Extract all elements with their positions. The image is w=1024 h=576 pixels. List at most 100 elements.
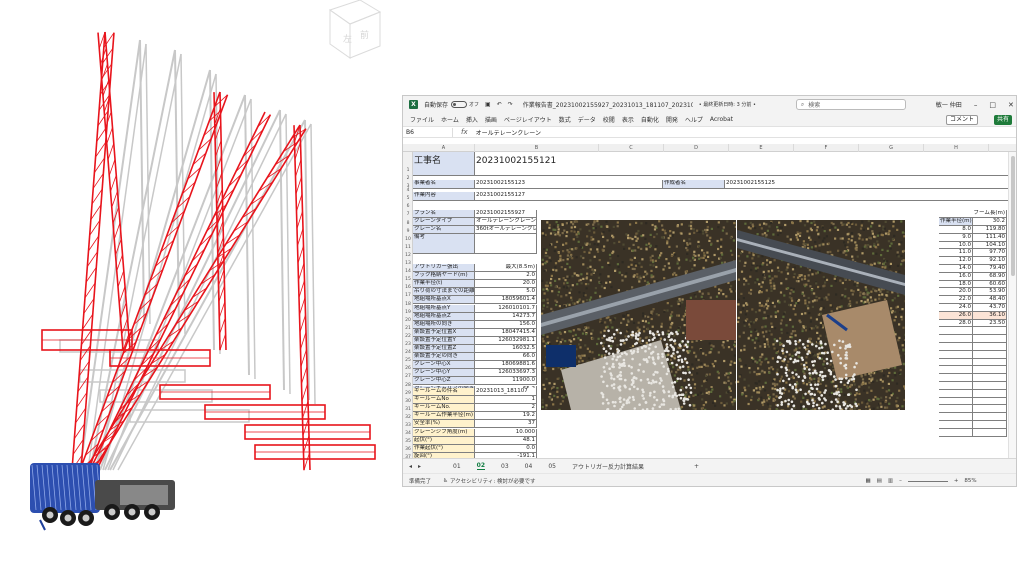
outrigger-value-13[interactable]: 126033697.3 xyxy=(475,369,537,378)
row-header-16[interactable]: 16 xyxy=(403,285,413,291)
outrigger-value-5[interactable]: 126010101.7 xyxy=(475,304,537,313)
outrigger-value-7[interactable]: 156.0 xyxy=(475,320,537,329)
radius-cell-6[interactable]: 16.0 xyxy=(939,272,973,281)
row-header-23[interactable]: 23 xyxy=(403,342,413,348)
sheet-tab-4[interactable]: 05 xyxy=(548,463,556,470)
plan-label-2[interactable]: クレーン名 xyxy=(413,226,475,234)
column-header-F[interactable]: F xyxy=(794,144,859,152)
page-break-icon[interactable]: ▥ xyxy=(888,478,893,484)
empty-left-10[interactable] xyxy=(939,405,973,414)
row-header-32[interactable]: 32 xyxy=(403,415,413,421)
koujimei-label[interactable]: 工事名 xyxy=(413,152,475,176)
hook-label-5[interactable]: クレーンジブ角度(m) xyxy=(413,428,475,437)
column-header-I[interactable]: I xyxy=(989,144,1016,152)
outrigger-value-0[interactable]: 最大(8.5m) xyxy=(475,264,537,273)
row-header-4[interactable]: 4 xyxy=(403,188,413,194)
capacity-cell-2[interactable]: 104.10 xyxy=(973,241,1007,250)
plan-value-1[interactable]: オールテレーンクレーン xyxy=(475,218,537,226)
hook-value-3[interactable]: 19.2 xyxy=(475,412,537,421)
radius-cell-10[interactable]: 24.0 xyxy=(939,304,973,312)
ribbon-tab-12[interactable]: Acrobat xyxy=(710,116,733,123)
empty-left-3[interactable] xyxy=(939,350,973,359)
radius-cell-1[interactable]: 9.0 xyxy=(939,233,973,242)
empty-left-13[interactable] xyxy=(939,428,973,437)
plan-value-3[interactable] xyxy=(475,234,537,254)
ribbon-tab-3[interactable]: 描画 xyxy=(485,115,497,124)
outrigger-value-4[interactable]: 18059601.4 xyxy=(475,296,537,305)
empty-right-11[interactable] xyxy=(973,413,1007,421)
empty-left-7[interactable] xyxy=(939,382,973,390)
formula-value[interactable]: オールテレーンクレーン xyxy=(476,128,541,137)
row-header-36[interactable]: 36 xyxy=(403,447,413,453)
row-header-5[interactable]: 5 xyxy=(403,196,413,202)
capacity-cell-3[interactable]: 97.70 xyxy=(973,249,1007,258)
sheet-grid[interactable]: 工事名 20231002155121 事業者名 20231002155123 作成者名 2… xyxy=(413,152,1008,458)
empty-right-1[interactable] xyxy=(973,335,1007,343)
column-header-G[interactable]: G xyxy=(859,144,924,152)
hook-label-1[interactable]: キールームNo xyxy=(413,396,475,405)
ribbon-tab-6[interactable]: データ xyxy=(578,115,596,124)
outrigger-label-8[interactable]: 楽設置予定位置X xyxy=(413,328,475,337)
radius-cell-12[interactable]: 28.0 xyxy=(939,319,973,328)
ribbon-tab-4[interactable]: ページレイアウト xyxy=(504,115,552,124)
row-header-33[interactable]: 33 xyxy=(403,423,413,429)
capacity-cell-10[interactable]: 43.70 xyxy=(973,304,1007,312)
plan-label-1[interactable]: クレーンタイプ xyxy=(413,218,475,226)
name-box[interactable]: B6 xyxy=(403,127,453,137)
row-header-27[interactable]: 27 xyxy=(403,374,413,380)
minimize-icon[interactable]: – xyxy=(974,101,978,109)
undo-icon[interactable]: ↶ xyxy=(497,101,502,108)
row-header-35[interactable]: 35 xyxy=(403,439,413,445)
capacity-cell-9[interactable]: 48.40 xyxy=(973,296,1007,304)
sakusei-label[interactable]: 作成者名 xyxy=(663,180,725,189)
radius-cell-7[interactable]: 18.0 xyxy=(939,280,973,289)
radius-header[interactable]: 作業半径(m) xyxy=(939,218,973,226)
column-header-E[interactable]: E xyxy=(729,144,794,152)
redo-icon[interactable]: ↷ xyxy=(508,101,513,108)
outrigger-label-9[interactable]: 楽設置予定位置Y xyxy=(413,336,475,345)
fx-icon[interactable]: fx xyxy=(461,128,468,136)
outrigger-value-2[interactable]: 20.0 xyxy=(475,280,537,289)
hook-value-2[interactable]: 2 xyxy=(475,404,537,413)
outrigger-value-1[interactable]: 2.0 xyxy=(475,272,537,281)
koujimei-value[interactable]: 20231002155121 xyxy=(475,152,1008,176)
ribbon-tab-7[interactable]: 校閲 xyxy=(603,115,615,124)
sheet-tab-0[interactable]: 01 xyxy=(453,463,461,470)
capacity-cell-11[interactable]: 36.10 xyxy=(973,311,1007,320)
tab-scroll-right-icon[interactable]: ▸ xyxy=(418,463,421,470)
zoom-out-icon[interactable]: – xyxy=(899,478,902,484)
hook-value-5[interactable]: 10.000 xyxy=(475,428,537,437)
radius-cell-9[interactable]: 22.0 xyxy=(939,296,973,304)
empty-left-8[interactable] xyxy=(939,389,973,398)
row-header-26[interactable]: 26 xyxy=(403,366,413,372)
jigyousha-value[interactable]: 20231002155123 xyxy=(475,180,663,189)
row-header-15[interactable]: 15 xyxy=(403,277,413,283)
plan-value-2[interactable]: 360tオールテレーンクレ... xyxy=(475,226,537,234)
boom-top-value[interactable]: 30.2 xyxy=(973,218,1007,226)
empty-right-9[interactable] xyxy=(973,397,1007,406)
outrigger-label-14[interactable]: クレーン中心Z xyxy=(413,377,475,386)
sheet-tab-5[interactable]: アウトリガー反力計算結果 xyxy=(572,462,644,471)
outrigger-label-4[interactable]: 地組場所基点X xyxy=(413,296,475,305)
row-header-1[interactable]: 1 xyxy=(403,168,413,174)
column-header-B[interactable]: B xyxy=(475,144,599,152)
row-header-17[interactable]: 17 xyxy=(403,293,413,299)
capacity-cell-0[interactable]: 119.80 xyxy=(973,226,1007,234)
capacity-cell-6[interactable]: 68.90 xyxy=(973,272,1007,281)
row-header-20[interactable]: 20 xyxy=(403,318,413,324)
accessibility-status[interactable]: アクセシビリティ: 検討が必要です xyxy=(450,477,536,485)
ribbon-tab-11[interactable]: ヘルプ xyxy=(685,115,703,124)
tab-scroll-left-icon[interactable]: ◂ xyxy=(409,463,412,470)
hook-value-6[interactable]: 48.1 xyxy=(475,436,537,445)
page-layout-icon[interactable]: ▤ xyxy=(877,478,882,484)
hook-label-3[interactable]: キールーム作業半径(m) xyxy=(413,412,475,421)
empty-right-0[interactable] xyxy=(973,327,1007,336)
capacity-cell-8[interactable]: 53.90 xyxy=(973,288,1007,297)
outrigger-label-0[interactable]: アウトリガー張出 xyxy=(413,264,475,273)
radius-cell-2[interactable]: 10.0 xyxy=(939,241,973,250)
plan-label-3[interactable]: 備考 xyxy=(413,234,475,254)
boom-length-header[interactable]: ブーム長(m) xyxy=(939,210,1007,218)
plan-value-0[interactable]: 20231002155927 xyxy=(475,210,537,218)
save-icon[interactable]: ▣ xyxy=(485,101,491,108)
outrigger-value-10[interactable]: 16032.5 xyxy=(475,345,537,354)
